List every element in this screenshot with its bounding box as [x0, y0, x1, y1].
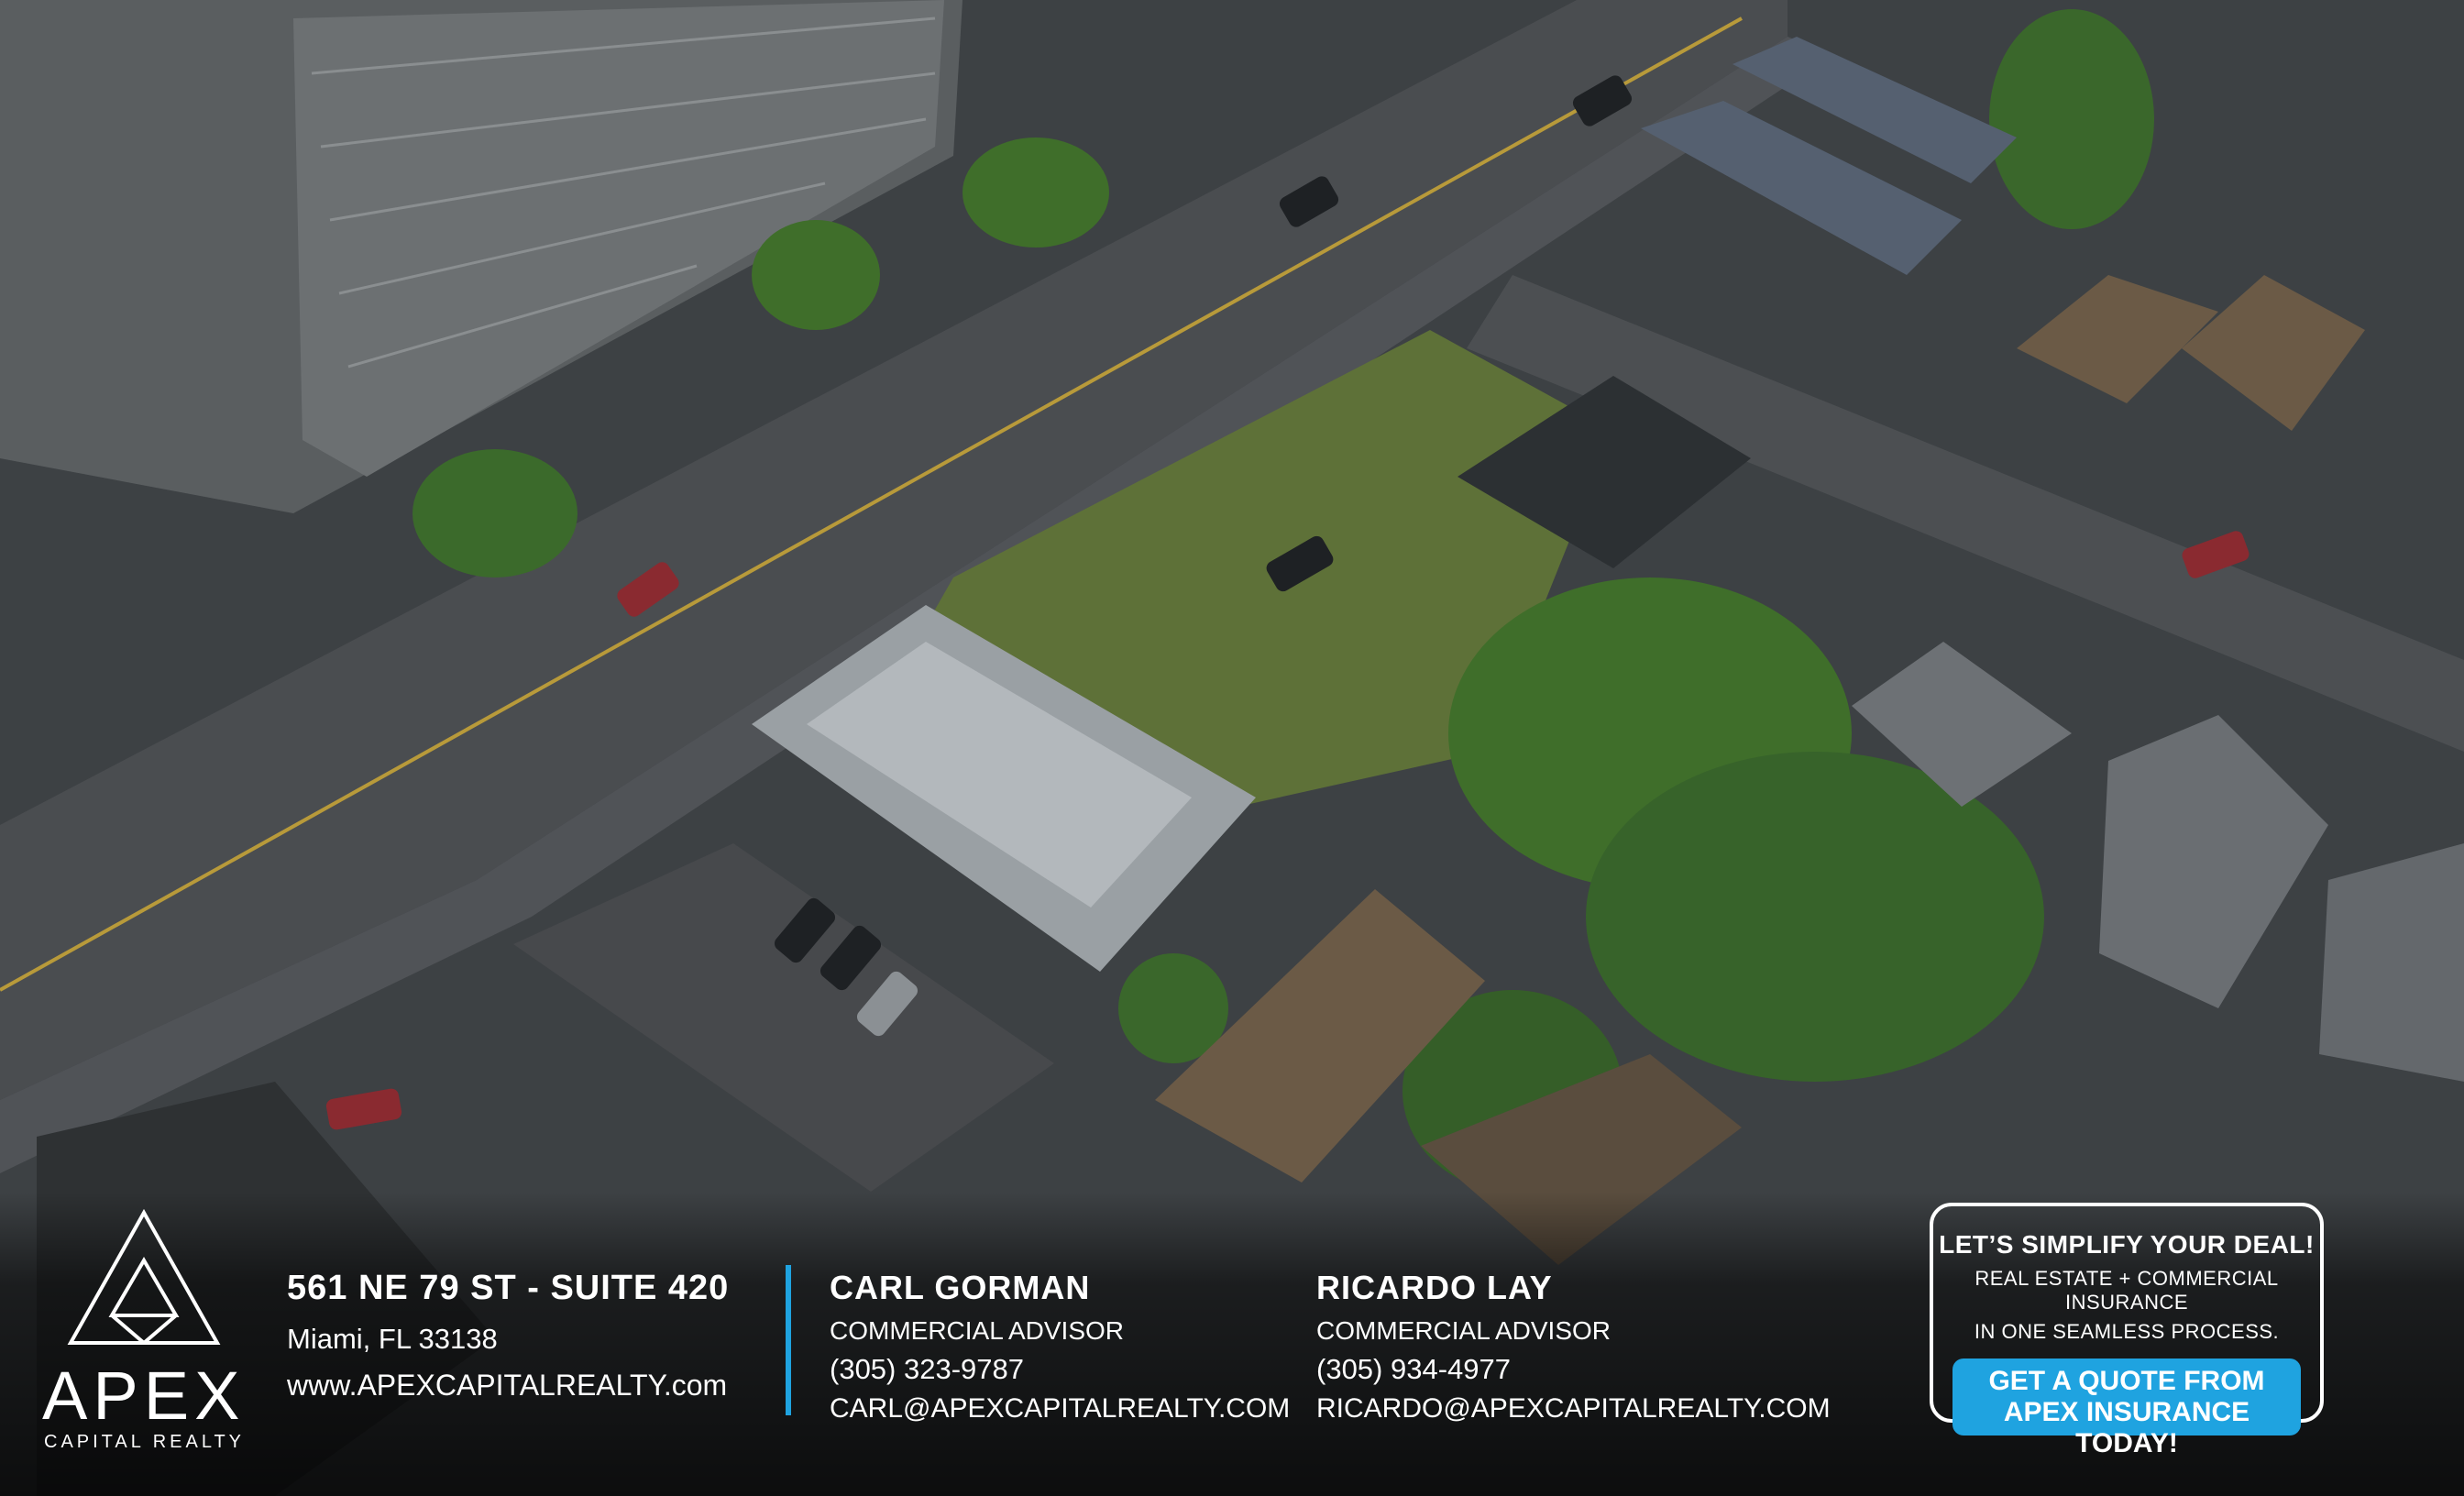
cta-line-2: APEX INSURANCE TODAY! [2003, 1397, 2250, 1458]
insurance-promo-box: LET’S SIMPLIFY YOUR DEAL! REAL ESTATE + … [1930, 1203, 2324, 1458]
office-info: 561 NE 79 ST - SUITE 420 Miami, FL 33138… [287, 1269, 729, 1402]
agent-phone[interactable]: (305) 934-4977 [1316, 1353, 1831, 1386]
agent-card-ricardo: RICARDO LAY COMMERCIAL ADVISOR (305) 934… [1316, 1269, 1831, 1424]
divider [786, 1265, 791, 1415]
brand-tagline: CAPITAL REALTY [44, 1432, 246, 1452]
cta-line-1: GET A QUOTE FROM [1988, 1366, 2265, 1396]
agent-phone[interactable]: (305) 323-9787 [830, 1353, 1290, 1386]
get-quote-button[interactable]: GET A QUOTE FROM APEX INSURANCE TODAY! [1952, 1358, 2301, 1458]
office-city: Miami, FL 33138 [287, 1323, 498, 1355]
agent-email[interactable]: RICARDO@APEXCAPITALREALTY.COM [1316, 1393, 1831, 1424]
agent-name: RICARDO LAY [1316, 1269, 1553, 1306]
office-address: 561 NE 79 ST - SUITE 420 [287, 1269, 730, 1307]
agent-title: COMMERCIAL ADVISOR [1316, 1316, 1612, 1345]
agent-email[interactable]: CARL@APEXCAPITALREALTY.COM [830, 1393, 1290, 1424]
agent-name: CARL GORMAN [830, 1269, 1091, 1306]
promo-line-2: IN ONE SEAMLESS PROCESS. [1974, 1320, 2280, 1343]
promo-line-1: REAL ESTATE + COMMERCIAL INSURANCE [1974, 1267, 2279, 1314]
promo-headline: LET’S SIMPLIFY YOUR DEAL! [1939, 1230, 2315, 1259]
agent-title: COMMERCIAL ADVISOR [830, 1316, 1125, 1345]
website-link[interactable]: www.APEXCAPITALREALTY.com [287, 1369, 729, 1402]
brand-name: APEX [42, 1358, 246, 1434]
agent-card-carl: CARL GORMAN COMMERCIAL ADVISOR (305) 323… [830, 1269, 1290, 1424]
